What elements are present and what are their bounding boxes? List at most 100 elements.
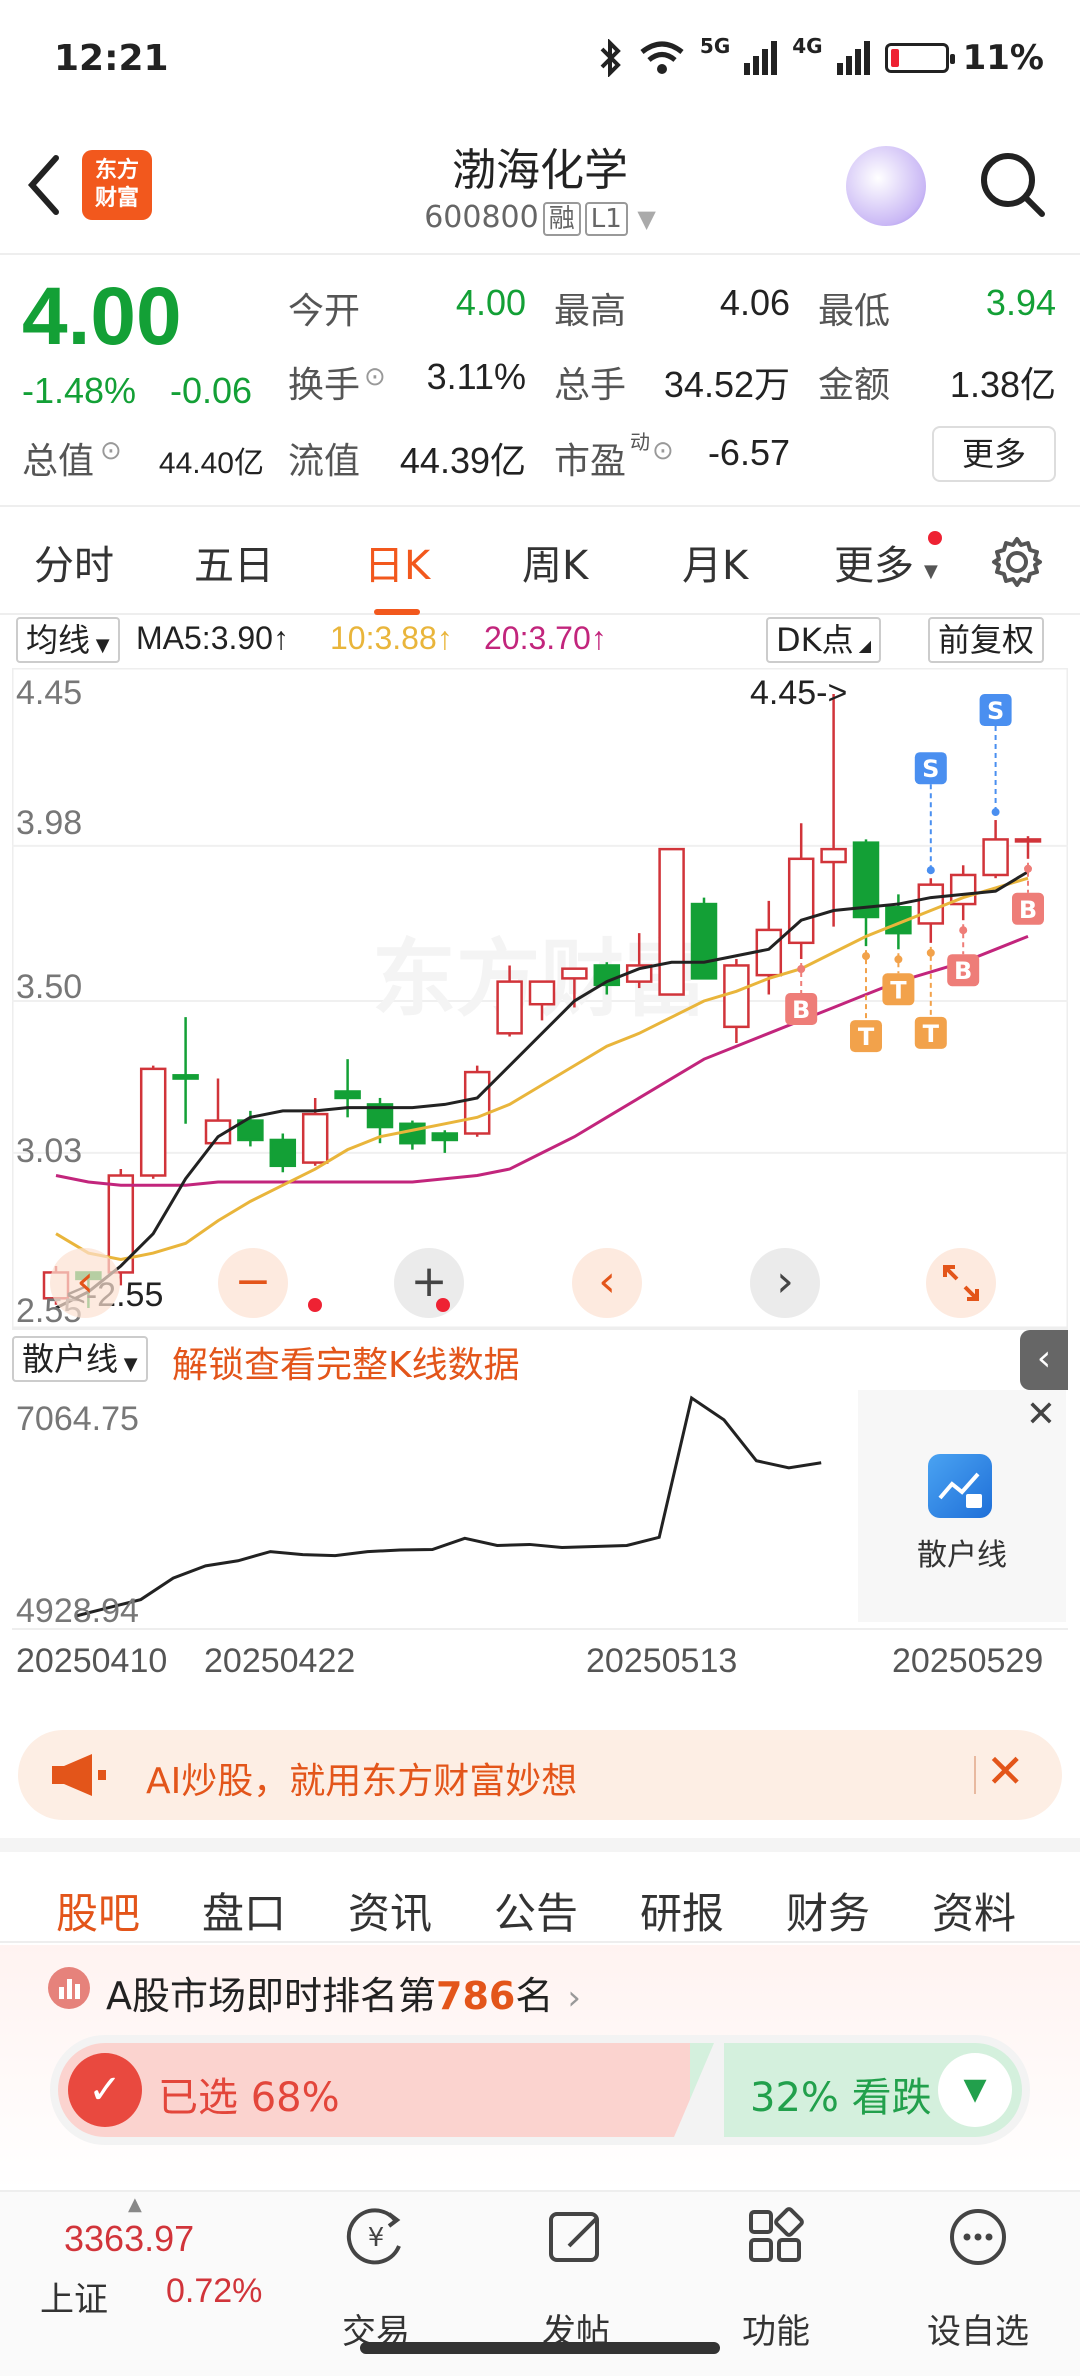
candle-body-22 — [755, 928, 783, 977]
float-value: 44.39亿 — [399, 440, 526, 481]
retail-line-card[interactable]: ✕ 散户线 — [858, 1390, 1066, 1622]
zoom-in-button[interactable]: + — [394, 1248, 464, 1318]
collapse-panel-button[interactable]: ‹ — [1020, 1330, 1068, 1390]
candle-body-29 — [982, 838, 1009, 877]
scroll-left-button[interactable]: ‹ — [572, 1248, 642, 1318]
volume-value: 34.52万 — [663, 364, 790, 405]
dk-point-button[interactable]: DK点 ◢ — [766, 617, 882, 663]
vote-selected-label: 已选 68% — [158, 2075, 340, 2121]
settings-gear-icon[interactable] — [990, 535, 1044, 589]
tab-weekly-k[interactable]: 周K — [522, 533, 588, 591]
vote-down-icon[interactable]: ▼ — [938, 2053, 1012, 2127]
marker-label-2: T — [890, 976, 907, 1004]
rank-number: 786 — [436, 1974, 516, 2018]
indicator-y-max: 7064.75 — [16, 1400, 139, 1438]
scroll-right-button[interactable]: › — [750, 1248, 820, 1318]
chart-prev-button[interactable]: ‹ — [50, 1248, 120, 1318]
info-icon[interactable]: ⊙ — [364, 362, 386, 392]
adjust-button[interactable]: 前复权 — [928, 617, 1045, 663]
tab-profile[interactable]: 资料 — [932, 1880, 1016, 1941]
zoom-out-button[interactable]: − — [218, 1248, 288, 1318]
vote-divider — [674, 2043, 724, 2137]
y-tick-0: 4.45 — [16, 674, 83, 712]
dropdown-icon: ▼ — [637, 205, 656, 233]
candle-body-20 — [690, 902, 718, 980]
mcap-info-icon[interactable]: ⊙ — [100, 436, 122, 466]
tab-guba[interactable]: 股吧 — [56, 1880, 140, 1961]
pe-sup: 动 — [630, 430, 650, 454]
ma10-label: 10:3.88↑ — [330, 620, 453, 656]
signal-bars-2-icon — [836, 41, 870, 75]
signal-4g-icon: 4G — [792, 34, 823, 58]
candle-body-19 — [658, 847, 685, 996]
chart-watermark: 东方财富 — [372, 930, 708, 1028]
candle-body-13 — [463, 1070, 491, 1135]
tab-five-day[interactable]: 五日 — [194, 533, 274, 591]
kline-chart[interactable]: 东方财富 BTTTBBSS — [12, 668, 1068, 1328]
ma20-label: 20:3.70↑ — [484, 620, 607, 656]
tab-monthly-k[interactable]: 月K — [682, 533, 748, 591]
stock-header: 东方 财富 渤海化学 600800 融 L1 ▼ — [0, 120, 1080, 255]
marker-label-1: T — [858, 1023, 875, 1051]
index-value[interactable]: 3363.97 — [64, 2218, 194, 2260]
index-name: 上证 — [40, 2280, 108, 2320]
content-tabs: 股吧 盘口 资讯 公告 研报 财务 资料 — [0, 1838, 1080, 1961]
tab-announcements[interactable]: 公告 — [494, 1880, 578, 1941]
ai-assistant-icon[interactable] — [846, 146, 926, 226]
marker-label-0: B — [792, 996, 810, 1024]
candle-body-30 — [1014, 838, 1042, 843]
chevron-right-icon: › — [567, 1978, 581, 2018]
tab-more[interactable]: 更多 — [834, 533, 914, 591]
candle-body-9 — [334, 1090, 361, 1100]
tab-pankou[interactable]: 盘口 — [202, 1880, 286, 1941]
candle-body-15 — [528, 980, 556, 1006]
banner-divider — [974, 1756, 976, 1794]
search-icon[interactable] — [978, 150, 1048, 220]
functions-icon[interactable] — [706, 2206, 846, 2280]
date-1: 20250422 — [204, 1642, 356, 1680]
low-label: 最低 — [818, 291, 891, 332]
banner-close-icon[interactable]: ✕ — [986, 1744, 1025, 1798]
pe-label: 市盈 — [554, 441, 627, 482]
volume-label: 总手 — [554, 365, 627, 406]
float-label: 流值 — [288, 441, 361, 482]
pe-info-icon[interactable]: ⊙ — [652, 436, 674, 466]
fullscreen-button[interactable] — [926, 1248, 996, 1318]
ai-banner[interactable]: AI炒股，就用东方财富妙想 ✕ — [18, 1730, 1062, 1820]
megaphone-icon — [52, 1754, 106, 1796]
indicator-select-label: 散户线 — [22, 1340, 119, 1378]
marker-dot-1 — [862, 952, 870, 961]
low-value: 3.94 — [985, 282, 1056, 323]
unlock-link[interactable]: 解锁查看完整K线数据 — [172, 1336, 520, 1388]
tab-finance[interactable]: 财务 — [786, 1880, 870, 1941]
tab-intraday[interactable]: 分时 — [34, 533, 114, 591]
candle-body-24 — [820, 847, 847, 864]
current-price: 4.00 — [22, 271, 182, 362]
close-icon[interactable]: ✕ — [1026, 1394, 1056, 1435]
indicator-select[interactable]: 散户线 ▼ — [12, 1336, 148, 1382]
sentiment-vote[interactable]: ✓ 已选 68% 32% 看跌 ▼ — [50, 2035, 1030, 2145]
status-time: 12:21 — [54, 38, 169, 79]
ma-select[interactable]: 均线 ▼ — [16, 617, 120, 663]
margin-tag: 融 — [542, 202, 581, 236]
indicator-dropdown-icon: ▼ — [118, 1354, 138, 1375]
tab-research[interactable]: 研报 — [640, 1880, 724, 1941]
more-quote-button[interactable]: 更多 — [932, 426, 1056, 482]
post-icon[interactable] — [506, 2206, 646, 2280]
tab-daily-k[interactable]: 日K — [364, 533, 430, 615]
bluetooth-icon — [600, 39, 621, 77]
candle-body-27 — [917, 883, 945, 925]
rank-suffix: 名 — [515, 1974, 554, 2018]
status-bar: 12:21 5G 4G 11% — [0, 0, 1080, 120]
date-3: 20250529 — [892, 1642, 1044, 1680]
tab-news[interactable]: 资讯 — [348, 1880, 432, 1941]
index-change: 0.72% — [166, 2272, 263, 2310]
functions-label[interactable]: 功能 — [706, 2304, 846, 2353]
add-watchlist-icon[interactable] — [908, 2206, 1048, 2280]
add-watchlist-label[interactable]: 设自选 — [908, 2304, 1048, 2353]
pe-value: -6.57 — [707, 432, 790, 473]
candle-body-8 — [301, 1112, 329, 1164]
notification-dot — [928, 531, 942, 545]
rank-text[interactable]: A股市场即时排名第786名 › — [106, 1965, 581, 2020]
trade-icon[interactable]: ¥ — [306, 2206, 446, 2280]
